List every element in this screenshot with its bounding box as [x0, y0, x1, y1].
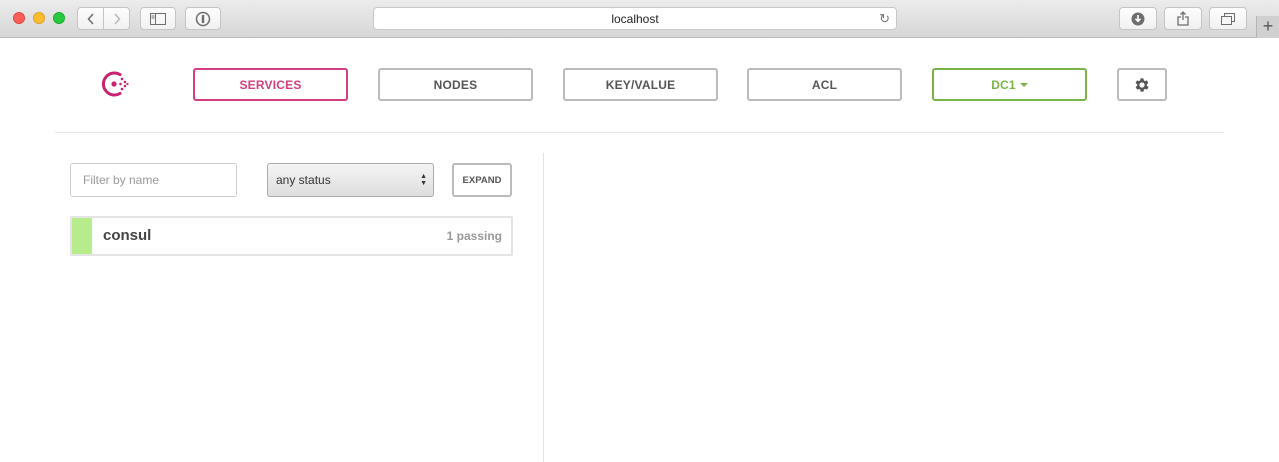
service-list-item[interactable]: consul 1 passing: [70, 216, 513, 256]
password-button[interactable]: [185, 7, 221, 30]
header-divider: [55, 132, 1224, 133]
chevron-left-icon: [86, 12, 94, 25]
sidebar-toggle-button[interactable]: [140, 7, 176, 30]
tabs-icon: [1221, 12, 1235, 25]
window-zoom-button[interactable]: [53, 12, 65, 24]
history-nav: [77, 7, 130, 30]
address-bar[interactable]: localhost ↻: [373, 7, 897, 30]
filter-by-name-input[interactable]: [70, 163, 237, 197]
back-button[interactable]: [78, 8, 103, 29]
datacenter-dropdown[interactable]: DC1: [932, 68, 1087, 101]
shield-icon: [195, 11, 211, 26]
downloads-button[interactable]: [1119, 7, 1157, 30]
url-text: localhost: [611, 11, 659, 26]
download-icon: [1131, 12, 1145, 25]
tab-overview-button[interactable]: [1209, 7, 1247, 30]
share-icon: [1177, 11, 1189, 26]
consul-logo-icon: [102, 71, 129, 97]
service-health-indicator: [72, 218, 92, 254]
reload-icon[interactable]: ↻: [879, 11, 890, 27]
datacenter-label: DC1: [991, 77, 1016, 92]
browser-toolbar: localhost ↻ +: [0, 0, 1279, 38]
nav-nodes-button[interactable]: NODES: [378, 68, 533, 101]
caret-down-icon: [1019, 82, 1028, 87]
forward-button[interactable]: [103, 8, 129, 29]
nav-acl-button[interactable]: ACL: [747, 68, 902, 101]
consul-logo[interactable]: [100, 70, 130, 98]
service-name: consul: [103, 227, 152, 244]
nav-keyvalue-button[interactable]: KEY/VALUE: [563, 68, 718, 101]
gear-icon: [1135, 77, 1149, 92]
status-filter-select[interactable]: any status ▲ ▼: [267, 163, 434, 197]
service-check-count: 1 passing: [446, 229, 502, 243]
window-close-button[interactable]: [13, 12, 25, 24]
window-minimize-button[interactable]: [33, 12, 45, 24]
status-filter-value: any status: [276, 173, 331, 187]
settings-button[interactable]: [1117, 68, 1167, 101]
nav-services-button[interactable]: SERVICES: [193, 68, 348, 101]
new-tab-button[interactable]: +: [1256, 16, 1279, 38]
sidebar-icon: [150, 12, 166, 25]
expand-button[interactable]: EXPAND: [452, 163, 512, 197]
chevron-right-icon: [113, 12, 121, 25]
share-button[interactable]: [1164, 7, 1202, 30]
column-divider: [543, 153, 544, 462]
select-arrows-icon: ▲ ▼: [420, 173, 427, 187]
